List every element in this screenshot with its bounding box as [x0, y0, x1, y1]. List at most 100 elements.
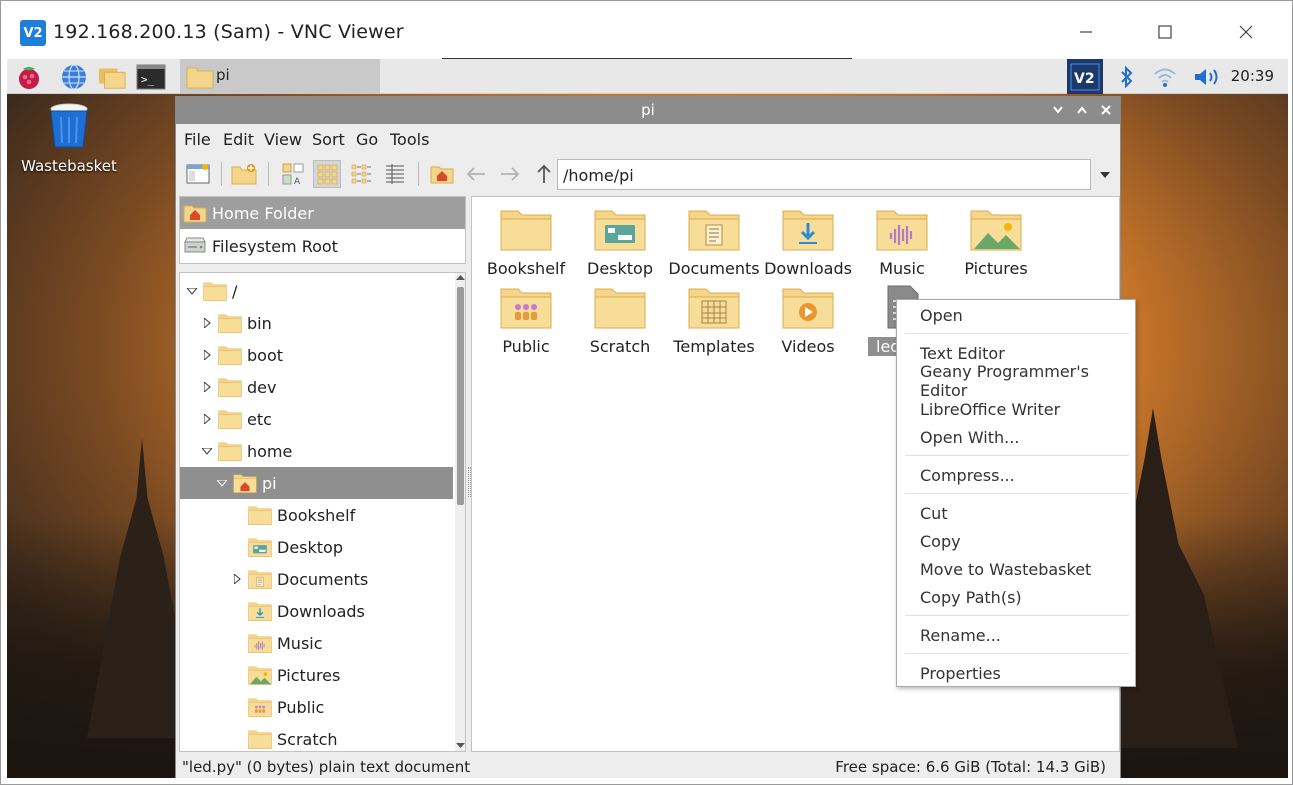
expander-closed-icon[interactable]: [230, 572, 244, 586]
tree-item-music[interactable]: Music: [180, 627, 453, 659]
folder-icon: [203, 281, 227, 301]
back-button[interactable]: [462, 160, 490, 188]
up-button[interactable]: [530, 160, 558, 188]
context-menu-compress[interactable]: Compress...: [897, 461, 1135, 489]
close-icon[interactable]: [1231, 17, 1261, 47]
context-menu-move-to-wastebasket[interactable]: Move to Wastebasket: [897, 555, 1135, 583]
tree-item-desktop[interactable]: Desktop: [180, 531, 453, 563]
terminal-icon[interactable]: >_: [136, 62, 166, 92]
tree-item-bin[interactable]: bin: [180, 307, 453, 339]
expander-open-icon[interactable]: [185, 284, 199, 298]
tree-item-documents[interactable]: Documents: [180, 563, 453, 595]
directory-tree[interactable]: / bin boot dev etc home pi Bookshelf Desktop Docu…: [179, 272, 466, 752]
expander-open-icon[interactable]: [200, 444, 214, 458]
tree-item-label: pi: [262, 474, 277, 493]
new-folder-button[interactable]: [230, 160, 258, 188]
file-item-public[interactable]: Public: [480, 285, 572, 356]
context-menu-copy[interactable]: Copy: [897, 527, 1135, 555]
public-folder-icon: [248, 697, 272, 717]
tree-item-home[interactable]: home: [180, 435, 453, 467]
scroll-down-icon[interactable]: [456, 742, 465, 750]
context-menu-separator: [905, 615, 1129, 616]
minimize-icon[interactable]: [1071, 17, 1101, 47]
menu-edit[interactable]: Edit: [223, 130, 254, 149]
context-menu-rename[interactable]: Rename...: [897, 621, 1135, 649]
place-filesystem-root[interactable]: Filesystem Root: [180, 230, 465, 262]
home-folder-icon: [430, 166, 454, 184]
tree-item-pictures[interactable]: Pictures: [180, 659, 453, 691]
tree-item-pi[interactable]: pi: [180, 467, 453, 499]
tree-item-public[interactable]: Public: [180, 691, 453, 723]
taskbar-clock[interactable]: 20:39: [1231, 67, 1274, 85]
arrow-up-icon: [537, 164, 551, 183]
path-input[interactable]: /home/pi: [563, 166, 634, 185]
tree-item-root[interactable]: /: [180, 275, 453, 307]
new-window-button[interactable]: [184, 160, 212, 188]
file-item-label: Videos: [781, 337, 835, 356]
context-menu-geany-programmer-s-editor[interactable]: Geany Programmer's Editor: [897, 362, 1135, 400]
file-manager-titlebar[interactable]: pi: [176, 97, 1120, 124]
wifi-icon[interactable]: [1152, 59, 1178, 94]
raspberry-menu-icon[interactable]: [14, 62, 44, 92]
path-field[interactable]: /home/pi: [557, 159, 1091, 190]
menu-view[interactable]: View: [264, 130, 302, 149]
file-item-videos[interactable]: Videos: [762, 285, 854, 356]
file-item-templates[interactable]: Templates: [668, 285, 760, 356]
place-home-folder[interactable]: Home Folder: [180, 197, 465, 229]
tree-item-dev[interactable]: dev: [180, 371, 453, 403]
file-item-desktop[interactable]: Desktop: [574, 207, 666, 278]
maximize-icon[interactable]: [1150, 17, 1180, 47]
expander-closed-icon[interactable]: [200, 412, 214, 426]
context-menu-copy-path-s[interactable]: Copy Path(s): [897, 583, 1135, 611]
view-thumbnails-button[interactable]: [313, 160, 341, 188]
bluetooth-icon[interactable]: [1117, 59, 1137, 94]
menu-file[interactable]: File: [184, 130, 211, 149]
view-icons-button[interactable]: A: [279, 160, 307, 188]
fm-maximize-icon[interactable]: [1073, 101, 1091, 119]
volume-icon[interactable]: [1192, 59, 1222, 94]
file-item-downloads[interactable]: Downloads: [762, 207, 854, 278]
scroll-up-icon[interactable]: [456, 273, 465, 281]
menu-go[interactable]: Go: [356, 130, 378, 149]
file-item-scratch[interactable]: Scratch: [574, 285, 666, 356]
file-item-music[interactable]: Music: [856, 207, 948, 278]
vnc-titlebar[interactable]: V2 192.168.200.13 (Sam) - VNC Viewer: [1, 1, 1292, 59]
tree-item-label: Desktop: [277, 538, 343, 557]
tree-item-downloads[interactable]: Downloads: [180, 595, 453, 627]
expander-closed-icon[interactable]: [200, 316, 214, 330]
context-menu-open[interactable]: Open: [897, 301, 1135, 329]
desktop-wastebasket[interactable]: Wastebasket: [21, 101, 117, 175]
tree-item-boot[interactable]: boot: [180, 339, 453, 371]
file-item-pictures[interactable]: Pictures: [950, 207, 1042, 278]
tree-item-scratch[interactable]: Scratch: [180, 723, 453, 751]
folder-icon: [500, 207, 552, 251]
pi-taskbar: >_ pi V2 20:39: [7, 59, 1288, 94]
view-compact-button[interactable]: [347, 160, 375, 188]
file-manager-icon[interactable]: [97, 62, 127, 92]
menu-tools[interactable]: Tools: [390, 130, 429, 149]
menu-sort[interactable]: Sort: [312, 130, 345, 149]
tree-item-bookshelf[interactable]: Bookshelf: [180, 499, 453, 531]
tree-scrollbar[interactable]: [455, 273, 465, 751]
tree-item-etc[interactable]: etc: [180, 403, 453, 435]
home-button[interactable]: [428, 160, 456, 188]
context-menu-open-with[interactable]: Open With...: [897, 423, 1135, 451]
context-menu-properties[interactable]: Properties: [897, 659, 1135, 687]
path-history-dropdown[interactable]: [1095, 163, 1115, 187]
expander-closed-icon[interactable]: [200, 348, 214, 362]
web-browser-icon[interactable]: [59, 62, 89, 92]
context-menu-cut[interactable]: Cut: [897, 499, 1135, 527]
fm-close-icon[interactable]: [1097, 101, 1115, 119]
expander-open-icon[interactable]: [215, 476, 229, 490]
vnc-server-icon[interactable]: V2: [1067, 59, 1103, 94]
fm-minimize-icon[interactable]: [1049, 101, 1067, 119]
taskbar-window-pi[interactable]: pi: [180, 59, 380, 94]
view-list-button[interactable]: [381, 160, 409, 188]
tree-scroll-thumb[interactable]: [457, 287, 464, 505]
context-menu-libreoffice-writer[interactable]: LibreOffice Writer: [897, 395, 1135, 423]
forward-button[interactable]: [496, 160, 524, 188]
file-item-bookshelf[interactable]: Bookshelf: [480, 207, 572, 278]
toolbar-separator: [221, 162, 222, 186]
file-item-documents[interactable]: Documents: [668, 207, 760, 278]
expander-closed-icon[interactable]: [200, 380, 214, 394]
